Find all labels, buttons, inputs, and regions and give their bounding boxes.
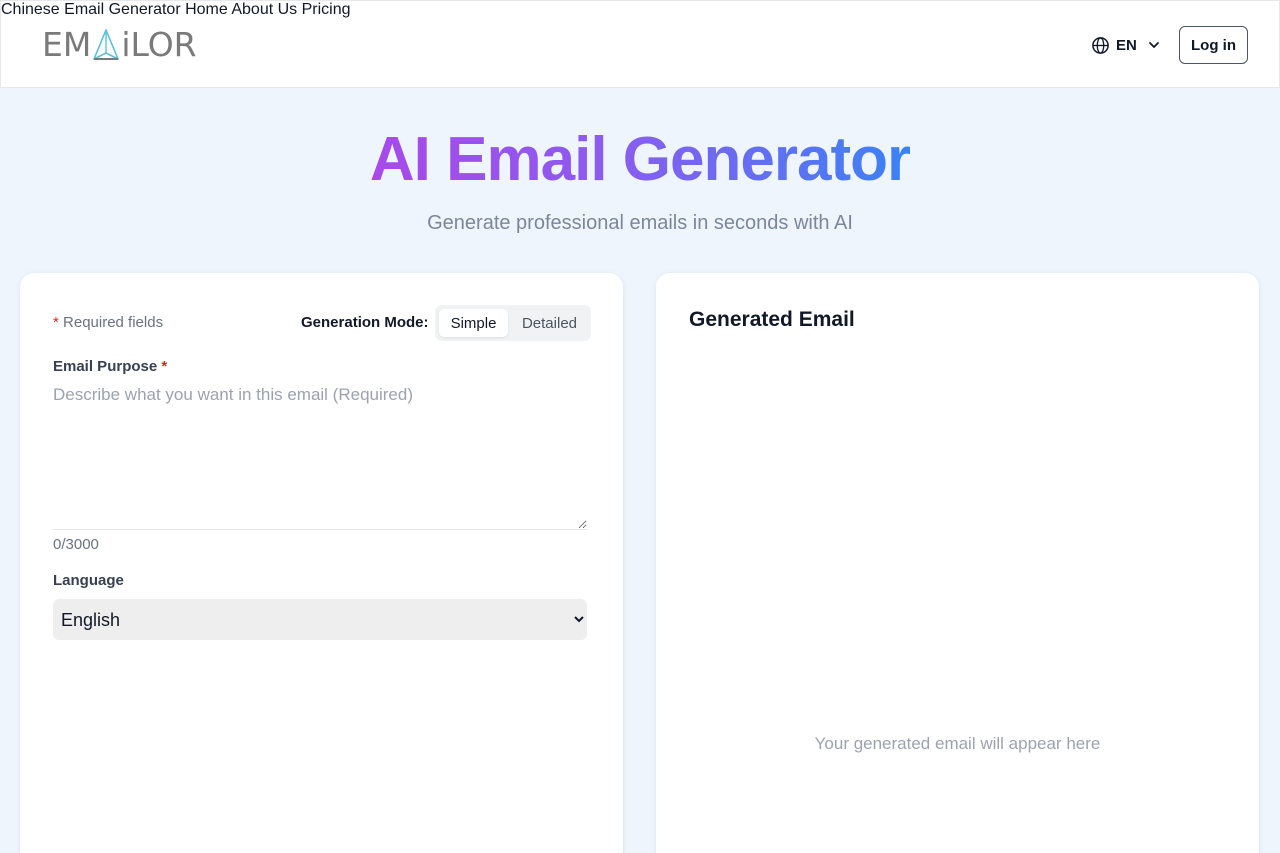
- mode-detailed-button[interactable]: Detailed: [512, 309, 587, 337]
- generated-email-title: Generated Email: [689, 308, 855, 331]
- language-label: Language: [53, 572, 124, 589]
- email-purpose-input[interactable]: [53, 385, 587, 530]
- page-subtitle: Generate professional emails in seconds …: [427, 212, 853, 234]
- generated-email-card: Generated Email Your generated email wil…: [656, 273, 1259, 853]
- language-code: EN: [1116, 36, 1137, 54]
- nav-home[interactable]: Home: [185, 1, 228, 18]
- globe-icon: [1091, 36, 1110, 55]
- email-purpose-required-star: *: [161, 358, 168, 375]
- email-purpose-label: Email Purpose *: [53, 358, 167, 375]
- generation-mode-label: Generation Mode:: [301, 314, 429, 331]
- paper-plane-icon: [91, 28, 121, 62]
- required-star: *: [53, 314, 59, 331]
- top-header: EM iLOR Chinese Email Generator Home Abo…: [0, 0, 1280, 88]
- emailor-logo[interactable]: EM iLOR: [42, 28, 212, 62]
- nav-about-us[interactable]: About Us: [231, 1, 297, 18]
- logo-text-right: iLOR: [121, 25, 197, 64]
- generated-email-placeholder: Your generated email will appear here: [814, 734, 1101, 753]
- login-button[interactable]: Log in: [1179, 26, 1248, 64]
- required-fields-text: Required fields: [63, 314, 164, 331]
- page-title-text: AI Email Generator: [369, 125, 911, 194]
- nav-pricing[interactable]: Pricing: [302, 1, 351, 18]
- nav-chinese-email-generator[interactable]: Chinese Email Generator: [1, 1, 181, 18]
- logo-text-left: EM: [42, 25, 92, 64]
- chevron-down-icon: [1147, 38, 1161, 52]
- character-counter: 0/3000: [53, 536, 99, 553]
- language-select[interactable]: English: [53, 599, 587, 640]
- page-title: AI Email Generator: [0, 122, 1280, 198]
- required-fields-note: * Required fields: [53, 314, 163, 331]
- language-switcher[interactable]: EN: [1091, 34, 1161, 56]
- mode-simple-button[interactable]: Simple: [439, 309, 508, 337]
- email-purpose-label-text: Email Purpose: [53, 358, 158, 375]
- email-form-card: * Required fields Generation Mode: Simpl…: [20, 273, 623, 853]
- generation-mode-toggle: Simple Detailed: [435, 305, 591, 341]
